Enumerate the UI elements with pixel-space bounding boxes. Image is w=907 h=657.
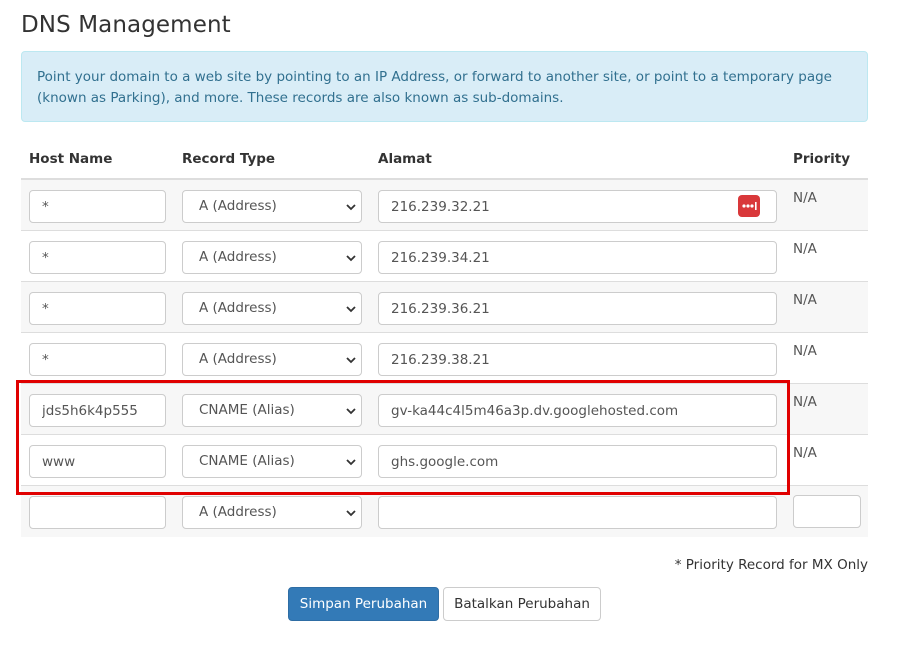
new-record-type-select[interactable]: A (Address): [182, 496, 362, 529]
priority-footnote: * Priority Record for MX Only: [674, 557, 868, 573]
page-title: DNS Management: [21, 12, 231, 38]
record-type-value: A (Address): [199, 351, 277, 367]
info-alert: Point your domain to a web site by point…: [21, 51, 868, 122]
chevron-down-icon: [346, 357, 356, 364]
password-dots-icon[interactable]: [738, 195, 760, 217]
chevron-down-icon: [346, 255, 356, 262]
record-type-select[interactable]: A (Address): [182, 241, 362, 274]
priority-value: N/A: [793, 445, 817, 461]
chevron-down-icon: [346, 510, 356, 517]
record-type-value: A (Address): [199, 504, 277, 520]
record-type-value: A (Address): [199, 249, 277, 265]
priority-value: N/A: [793, 292, 817, 308]
table-row: A (Address) N/A: [21, 231, 868, 282]
priority-value: N/A: [793, 343, 817, 359]
address-input[interactable]: [378, 241, 777, 274]
new-priority-input[interactable]: [793, 495, 861, 528]
address-input[interactable]: [378, 292, 777, 325]
host-name-input[interactable]: [29, 241, 166, 274]
host-name-input[interactable]: [29, 292, 166, 325]
priority-value: N/A: [793, 394, 817, 410]
address-input[interactable]: [378, 190, 777, 223]
column-header-record-type: Record Type: [182, 151, 276, 167]
priority-value: N/A: [793, 241, 817, 257]
new-address-input[interactable]: [378, 496, 777, 529]
table-row: A (Address) N/A: [21, 180, 868, 231]
host-name-input[interactable]: [29, 190, 166, 223]
chevron-down-icon: [346, 204, 356, 211]
save-changes-button[interactable]: Simpan Perubahan: [288, 587, 439, 621]
highlight-box: [16, 380, 790, 495]
record-type-select[interactable]: A (Address): [182, 190, 362, 223]
column-header-host-name: Host Name: [29, 151, 113, 167]
new-host-name-input[interactable]: [29, 496, 166, 529]
record-type-value: A (Address): [199, 300, 277, 316]
record-type-select[interactable]: A (Address): [182, 292, 362, 325]
table-row: A (Address) N/A: [21, 333, 868, 384]
record-type-select[interactable]: A (Address): [182, 343, 362, 376]
address-input[interactable]: [378, 343, 777, 376]
chevron-down-icon: [346, 306, 356, 313]
record-type-value: A (Address): [199, 198, 277, 214]
cancel-changes-button[interactable]: Batalkan Perubahan: [443, 587, 601, 621]
column-header-priority: Priority: [793, 151, 850, 167]
table-row: A (Address) N/A: [21, 282, 868, 333]
column-header-address: Alamat: [378, 151, 432, 167]
priority-value: N/A: [793, 190, 817, 206]
host-name-input[interactable]: [29, 343, 166, 376]
